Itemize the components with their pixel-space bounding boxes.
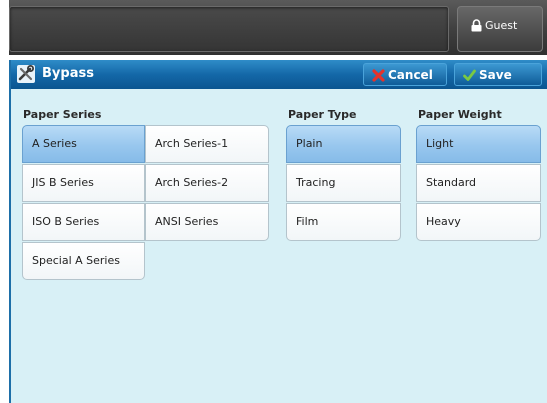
save-button[interactable]: Save <box>454 63 542 86</box>
save-label: Save <box>479 68 512 82</box>
paper-series-label: Paper Series <box>23 108 102 121</box>
option-iso-b-series[interactable]: ISO B Series <box>22 203 145 241</box>
option-a-series[interactable]: A Series <box>22 125 145 163</box>
option-arch-series-2[interactable]: Arch Series-2 <box>145 164 269 202</box>
x-icon <box>372 69 385 82</box>
option-arch-series-1[interactable]: Arch Series-1 <box>145 125 269 163</box>
checkmark-icon <box>463 69 476 81</box>
cancel-button[interactable]: Cancel <box>363 63 447 86</box>
option-standard[interactable]: Standard <box>416 164 541 202</box>
option-heavy[interactable]: Heavy <box>416 203 541 241</box>
dialog-title: Bypass <box>42 66 94 81</box>
option-special-a-series[interactable]: Special A Series <box>22 242 145 280</box>
status-bar: Guest <box>9 0 547 55</box>
tools-icon <box>17 65 35 83</box>
paper-weight-label: Paper Weight <box>418 108 502 121</box>
paper-type-label: Paper Type <box>288 108 357 121</box>
option-film[interactable]: Film <box>286 203 401 241</box>
guest-login-button[interactable]: Guest <box>457 6 543 52</box>
cancel-label: Cancel <box>388 68 433 82</box>
message-area <box>9 6 449 52</box>
option-jis-b-series[interactable]: JIS B Series <box>22 164 145 202</box>
option-tracing[interactable]: Tracing <box>286 164 401 202</box>
option-ansi-series[interactable]: ANSI Series <box>145 203 269 241</box>
dialog-title-bar: Bypass Cancel Save <box>11 60 547 89</box>
lock-icon <box>471 19 482 32</box>
bypass-dialog: Bypass Cancel Save Paper Series Paper Ty… <box>9 60 547 403</box>
guest-label: Guest <box>485 19 518 32</box>
option-plain[interactable]: Plain <box>286 125 401 163</box>
option-light[interactable]: Light <box>416 125 541 163</box>
